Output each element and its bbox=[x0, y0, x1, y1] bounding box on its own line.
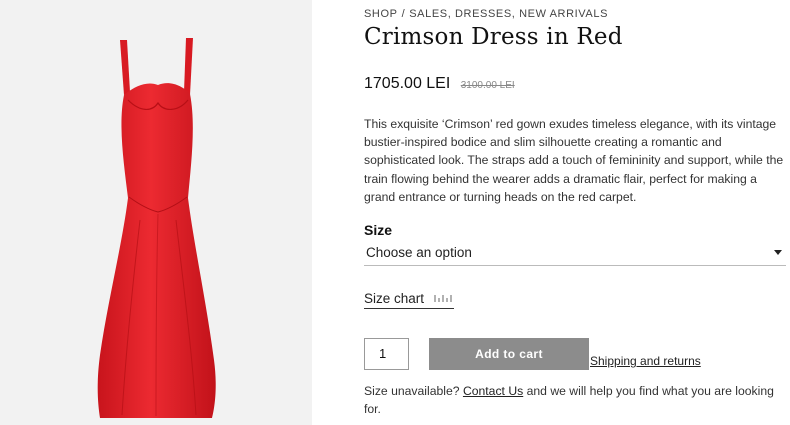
price-block: 1705.00 LEI 3100.00 LEI bbox=[364, 75, 515, 93]
size-label: Size bbox=[364, 222, 393, 238]
product-info: SHOP / SALES, DRESSES, NEW ARRIVALS Crimso… bbox=[364, 0, 786, 425]
product-description: This exquisite ‘Crimson’ red gown exudes… bbox=[364, 117, 784, 204]
add-to-cart-button[interactable]: Add to cart bbox=[429, 338, 589, 370]
size-unavailable-note: Size unavailable? Contact Us and we will… bbox=[364, 382, 786, 418]
breadcrumb: SHOP / SALES, DRESSES, NEW ARRIVALS bbox=[364, 8, 608, 20]
breadcrumb-categories[interactable]: SALES, DRESSES, NEW ARRIVALS bbox=[409, 8, 608, 20]
chevron-down-icon bbox=[774, 250, 782, 255]
ruler-icon bbox=[434, 290, 452, 308]
product-title: Crimson Dress in Red bbox=[364, 24, 623, 50]
shipping-returns-link[interactable]: Shipping and returns bbox=[590, 354, 701, 368]
contact-us-link[interactable]: Contact Us bbox=[463, 384, 523, 398]
quantity-value: 1 bbox=[379, 346, 387, 361]
size-chart-link[interactable]: Size chart bbox=[364, 290, 455, 309]
size-select[interactable]: Choose an option bbox=[364, 243, 786, 266]
quantity-input[interactable]: 1 bbox=[364, 338, 409, 370]
original-price: 3100.00 LEI bbox=[460, 80, 515, 91]
breadcrumb-separator: / bbox=[401, 8, 406, 20]
breadcrumb-shop-link[interactable]: SHOP bbox=[364, 8, 398, 20]
product-image[interactable] bbox=[0, 0, 312, 425]
size-select-value: Choose an option bbox=[366, 245, 472, 260]
current-price: 1705.00 LEI bbox=[364, 75, 451, 92]
size-chart-label: Size chart bbox=[364, 291, 425, 307]
red-gown-image bbox=[97, 38, 216, 418]
size-unavailable-prefix: Size unavailable? bbox=[364, 384, 460, 398]
